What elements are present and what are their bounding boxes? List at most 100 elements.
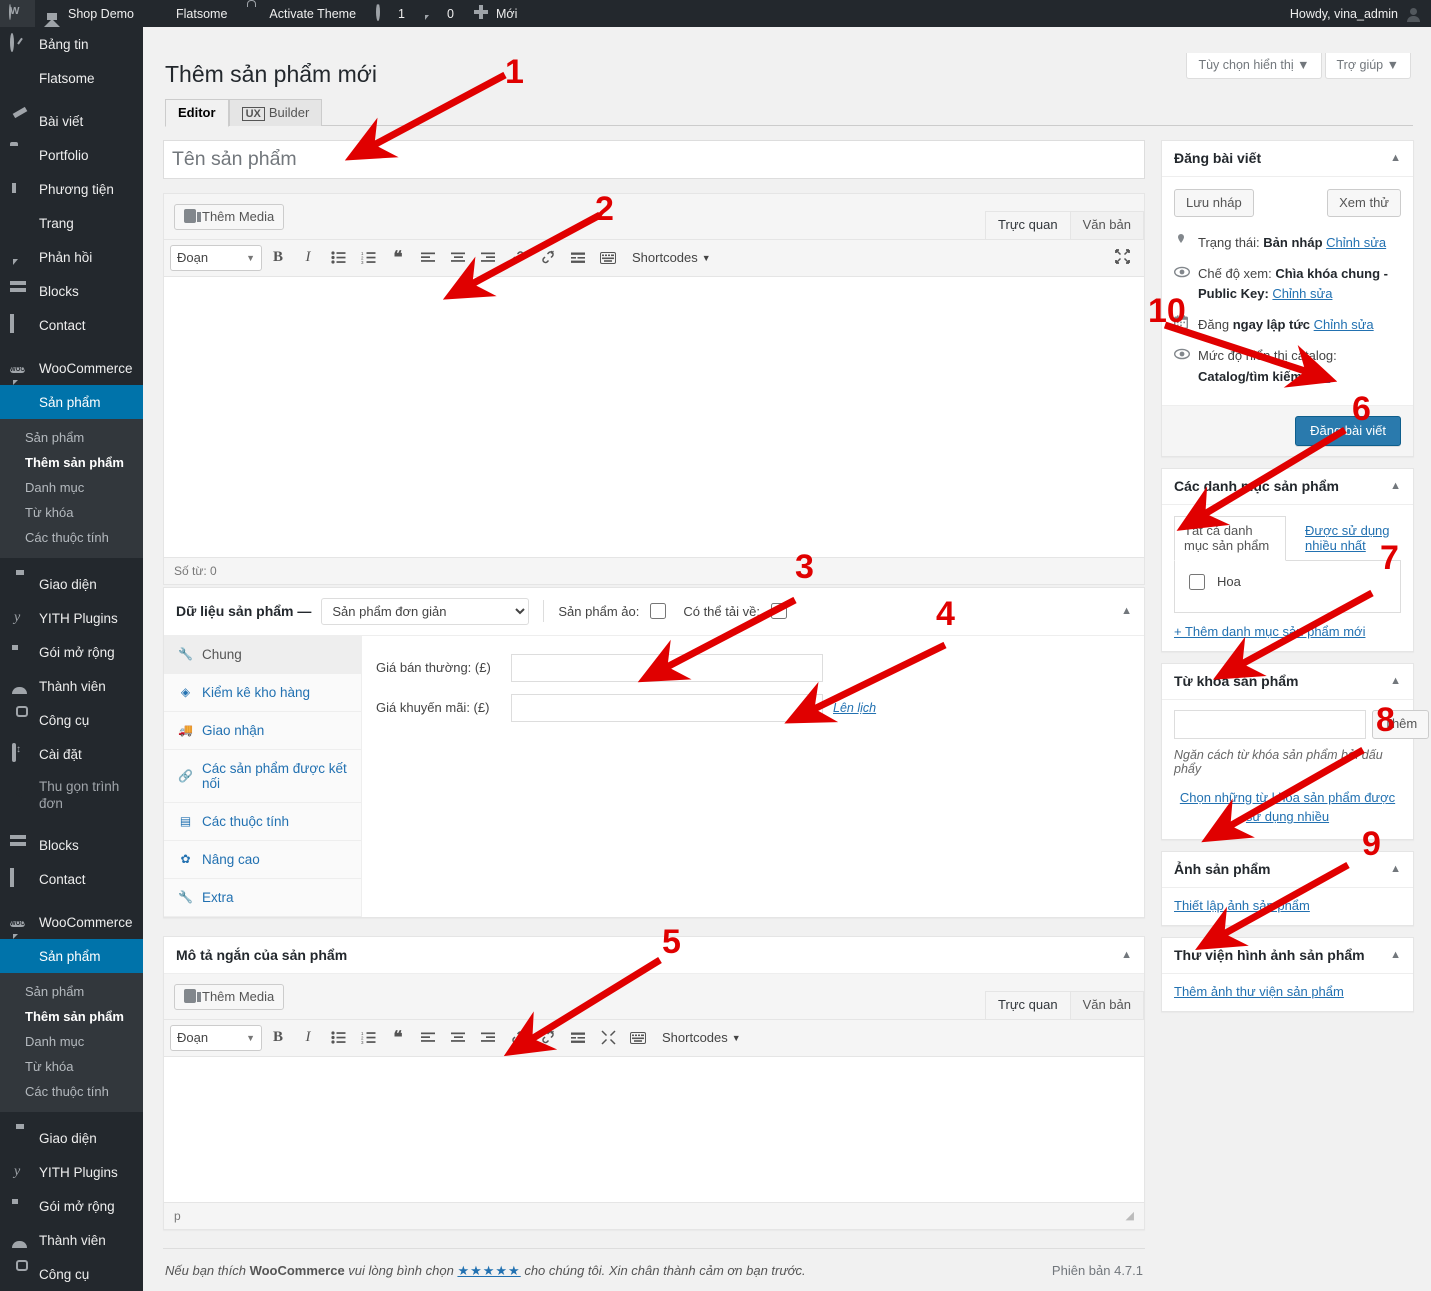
collapse-arrow-icon[interactable]: ▲ bbox=[1390, 863, 1401, 875]
sidebar-item-sản-phẩm[interactable]: Sản phẩm bbox=[0, 939, 143, 973]
product-data-tab-kiểm-kê-kho-hàng[interactable]: ◈ Kiểm kê kho hàng bbox=[164, 674, 361, 712]
align-left-icon[interactable] bbox=[414, 1025, 442, 1051]
product-data-tab-chung[interactable]: 🔧 Chung bbox=[164, 635, 361, 674]
product-data-tab-giao-nhận[interactable]: 🚚 Giao nhận bbox=[164, 712, 361, 750]
sidebar-item-thu-gọn-trình-đơn[interactable]: Thu gọn trình đơn bbox=[0, 771, 143, 819]
shortcodes-dropdown[interactable]: Shortcodes ▼ bbox=[654, 1025, 749, 1051]
catalog-edit-link[interactable]: Sửa bbox=[1306, 369, 1331, 384]
collapse-arrow-icon[interactable]: ▲ bbox=[1390, 675, 1401, 687]
sale-price-input[interactable] bbox=[511, 693, 823, 722]
blockquote-icon[interactable]: ❝ bbox=[384, 245, 412, 271]
product-data-tab-các-sản-phẩm-được-kết-nối[interactable]: 🔗 Các sản phẩm được kết nối bbox=[164, 750, 361, 803]
sidebar-item-bảng-tin[interactable]: Bảng tin bbox=[0, 27, 143, 61]
schedule-edit-link[interactable]: Chỉnh sửa bbox=[1314, 317, 1374, 332]
activate-theme-menu[interactable]: Activate Theme bbox=[236, 0, 365, 27]
wordpress-logo-menu[interactable] bbox=[0, 0, 35, 27]
sidebar-item-blocks[interactable]: Blocks bbox=[0, 828, 143, 862]
product-data-tab-các-thuộc-tính[interactable]: ▤ Các thuộc tính bbox=[164, 803, 361, 841]
sidebar-item-phương-tiện[interactable]: Phương tiện bbox=[0, 172, 143, 206]
submenu-item-danh-mục[interactable]: Danh mục bbox=[0, 1029, 143, 1054]
short-description-content[interactable] bbox=[164, 1056, 1144, 1202]
product-data-tab-nâng-cao[interactable]: ✿ Nâng cao bbox=[164, 841, 361, 879]
sidebar-item-giao-diện[interactable]: Giao diện bbox=[0, 1121, 143, 1155]
submenu-item-sản-phẩm[interactable]: Sản phẩm bbox=[0, 425, 143, 450]
insert-link-icon[interactable] bbox=[504, 245, 532, 271]
bold-icon[interactable]: B bbox=[264, 1025, 292, 1051]
new-content-menu[interactable]: Mới bbox=[463, 0, 526, 27]
tab-editor[interactable]: Editor bbox=[165, 98, 229, 127]
categories-header[interactable]: Các danh mục sản phẩm ▲ bbox=[1162, 469, 1413, 505]
visibility-edit-link[interactable]: Chỉnh sửa bbox=[1272, 286, 1332, 301]
rating-stars[interactable]: ★★★★★ bbox=[457, 1263, 520, 1278]
sidebar-item-contact[interactable]: Contact bbox=[0, 862, 143, 896]
submenu-item-các-thuộc-tính[interactable]: Các thuộc tính bbox=[0, 1079, 143, 1104]
main-editor-content[interactable] bbox=[164, 276, 1144, 557]
sidebar-item-contact[interactable]: Contact bbox=[0, 308, 143, 342]
add-media-button[interactable]: Thêm Media bbox=[174, 983, 285, 1010]
submenu-item-danh-mục[interactable]: Danh mục bbox=[0, 475, 143, 500]
keyboard-shortcuts-icon[interactable] bbox=[624, 1025, 652, 1051]
paragraph-format-select[interactable]: Đoạn ▼ bbox=[170, 1024, 262, 1051]
numbered-list-icon[interactable]: 123 bbox=[354, 245, 382, 271]
updates-menu[interactable]: 1 bbox=[365, 0, 414, 27]
product-data-tab-extra[interactable]: 🔧 Extra bbox=[164, 879, 361, 917]
sidebar-item-yith-plugins[interactable]: y YITH Plugins bbox=[0, 1155, 143, 1189]
numbered-list-icon[interactable]: 123 bbox=[354, 1025, 382, 1051]
add-gallery-images-link[interactable]: Thêm ảnh thư viện sản phẩm bbox=[1174, 984, 1344, 999]
regular-price-input[interactable] bbox=[511, 653, 823, 682]
comments-menu[interactable]: 0 bbox=[414, 0, 463, 27]
italic-icon[interactable]: I bbox=[294, 245, 322, 271]
publish-header[interactable]: Đăng bài viết ▲ bbox=[1162, 141, 1413, 177]
gallery-header[interactable]: Thư viện hình ảnh sản phẩm ▲ bbox=[1162, 938, 1413, 974]
save-draft-button[interactable]: Lưu nháp bbox=[1174, 188, 1254, 217]
sidebar-item-sản-phẩm[interactable]: Sản phẩm bbox=[0, 385, 143, 419]
paragraph-format-select[interactable]: Đoạn ▼ bbox=[170, 244, 262, 271]
remove-link-icon[interactable] bbox=[534, 1025, 562, 1051]
preview-button[interactable]: Xem thử bbox=[1327, 188, 1401, 217]
submenu-item-thêm-sản-phẩm[interactable]: Thêm sản phẩm bbox=[0, 1004, 143, 1029]
sidebar-item-công-cụ[interactable]: Công cụ bbox=[0, 1257, 143, 1291]
tab-visual[interactable]: Trực quan bbox=[985, 210, 1071, 239]
align-center-icon[interactable] bbox=[444, 245, 472, 271]
blockquote-icon[interactable]: ❝ bbox=[384, 1025, 412, 1051]
bold-icon[interactable]: B bbox=[264, 245, 292, 271]
collapse-arrow-icon[interactable]: ▲ bbox=[1390, 480, 1401, 492]
sidebar-item-yith-plugins[interactable]: y YITH Plugins bbox=[0, 601, 143, 635]
downloadable-checkbox[interactable] bbox=[770, 603, 787, 620]
sidebar-item-giao-diện[interactable]: Giao diện bbox=[0, 567, 143, 601]
bulleted-list-icon[interactable] bbox=[324, 1025, 352, 1051]
submenu-item-các-thuộc-tính[interactable]: Các thuộc tính bbox=[0, 525, 143, 550]
set-product-image-link[interactable]: Thiết lập ảnh sản phẩm bbox=[1174, 898, 1310, 913]
short-description-header[interactable]: Mô tả ngắn của sản phẩm ▲ bbox=[164, 937, 1144, 974]
product-type-select[interactable]: Sản phẩm đơn giảnSản phẩm có biến thểSản… bbox=[321, 597, 530, 625]
flatsome-menu[interactable]: Flatsome bbox=[143, 0, 236, 27]
categories-checklist[interactable]: Hoa bbox=[1174, 560, 1401, 613]
fullscreen-icon[interactable] bbox=[1115, 248, 1138, 267]
site-name-menu[interactable]: Shop Demo bbox=[35, 0, 143, 27]
tag-input[interactable] bbox=[1174, 709, 1366, 739]
status-edit-link[interactable]: Chỉnh sửa bbox=[1326, 235, 1386, 250]
tab-visual[interactable]: Trực quan bbox=[985, 990, 1071, 1019]
sidebar-item-trang[interactable]: Trang bbox=[0, 206, 143, 240]
keyboard-shortcuts-icon[interactable] bbox=[594, 245, 622, 271]
category-checkbox[interactable] bbox=[1189, 573, 1205, 590]
italic-icon[interactable]: I bbox=[294, 1025, 322, 1051]
sidebar-item-công-cụ[interactable]: Công cụ bbox=[0, 703, 143, 737]
add-media-button[interactable]: Thêm Media bbox=[174, 203, 285, 230]
align-left-icon[interactable] bbox=[414, 245, 442, 271]
fullscreen-icon[interactable] bbox=[594, 1025, 622, 1051]
product-data-tabs[interactable]: 🔧 Chung ◈ Kiểm kê kho hàng 🚚 Giao nhận 🔗 Các sả… bbox=[164, 635, 362, 917]
tags-header[interactable]: Từ khóa sản phẩm ▲ bbox=[1162, 664, 1413, 700]
collapse-arrow-icon[interactable]: ▲ bbox=[1121, 605, 1132, 617]
remove-link-icon[interactable] bbox=[534, 245, 562, 271]
category-item-hoa[interactable]: Hoa bbox=[1185, 571, 1390, 593]
tab-all-categories[interactable]: Tất cả danh mục sản phẩm bbox=[1174, 515, 1287, 561]
sidebar-item-gói-mở-rộng[interactable]: Gói mở rộng bbox=[0, 635, 143, 669]
sidebar-item-woocommerce[interactable]: WOO WooCommerce bbox=[0, 351, 143, 385]
submenu-item-sản-phẩm[interactable]: Sản phẩm bbox=[0, 979, 143, 1004]
tab-builder[interactable]: UX Builder bbox=[228, 98, 323, 126]
bulleted-list-icon[interactable] bbox=[324, 245, 352, 271]
sidebar-item-portfolio[interactable]: Portfolio bbox=[0, 138, 143, 172]
collapse-arrow-icon[interactable]: ▲ bbox=[1390, 152, 1401, 164]
display-options-button[interactable]: Tùy chọn hiển thị ▼ bbox=[1186, 53, 1322, 79]
